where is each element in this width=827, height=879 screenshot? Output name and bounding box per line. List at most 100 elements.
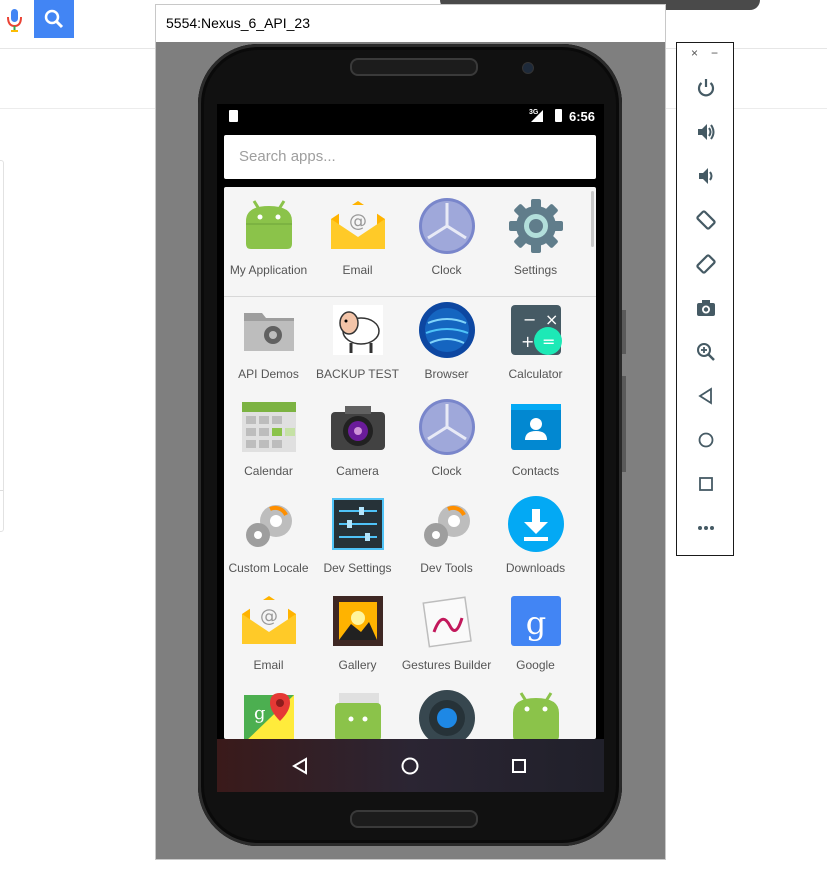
app-label: Camera: [336, 464, 379, 478]
navigation-bar: [217, 739, 604, 792]
rotate-left-button[interactable]: [691, 205, 721, 235]
app-label: Clock: [431, 464, 462, 478]
minimize-icon[interactable]: −: [711, 46, 718, 60]
app-icon-api-demos[interactable]: API Demos: [224, 301, 313, 398]
app-icon-browser[interactable]: Browser: [402, 301, 491, 398]
app-icon-messaging[interactable]: [313, 689, 402, 739]
status-time: 6:56: [569, 109, 596, 124]
download-icon: [507, 496, 564, 552]
volume-down-button[interactable]: [691, 161, 721, 191]
app-icon-calendar[interactable]: Calendar: [224, 398, 313, 495]
app-icon-downloads[interactable]: Downloads: [491, 495, 580, 592]
app-icon-contacts[interactable]: Contacts: [491, 398, 580, 495]
app-icon-gestures-builder[interactable]: Gestures Builder: [402, 592, 491, 689]
rotate-right-icon: [696, 254, 716, 274]
app-label: Dev Settings: [323, 561, 392, 575]
settings-gear-icon: [508, 199, 563, 253]
recents-icon: [699, 477, 713, 491]
camera-icon: [330, 406, 385, 450]
home-button[interactable]: [691, 425, 721, 455]
bottom-speaker: [350, 810, 478, 828]
gestures-icon: [421, 596, 472, 648]
calculator-icon: − × + =: [510, 305, 562, 355]
rotate-right-button[interactable]: [691, 249, 721, 279]
app-icon-android[interactable]: [491, 689, 580, 739]
battery-icon: [555, 109, 562, 122]
clock-icon: [418, 399, 475, 455]
back-icon[interactable]: [291, 757, 309, 775]
app-icon-dev-tools[interactable]: Dev Tools: [402, 495, 491, 592]
phone-power-key[interactable]: [622, 310, 626, 354]
app-label: Calendar: [244, 464, 293, 478]
app-icon-google[interactable]: g Google: [491, 592, 580, 689]
close-icon[interactable]: ×: [691, 46, 698, 60]
signal-icon: [531, 110, 543, 122]
svg-text:@: @: [260, 606, 278, 627]
app-icon-email-2[interactable]: @ Email: [224, 592, 313, 689]
app-icon-camera[interactable]: Camera: [313, 398, 402, 495]
microphone-icon[interactable]: [0, 0, 30, 38]
sd-card-icon: [229, 110, 238, 122]
recents-icon[interactable]: [510, 757, 528, 775]
svg-text:+: +: [521, 332, 534, 351]
app-drawer[interactable]: My Application @ Email Clock Settings AP…: [224, 187, 596, 739]
overview-button[interactable]: [691, 469, 721, 499]
app-label: Browser: [424, 367, 469, 381]
emulator-titlebar[interactable]: 5554:Nexus_6_API_23: [156, 5, 665, 42]
browser-card-line: [0, 490, 3, 491]
app-icon-gallery[interactable]: Gallery: [313, 592, 402, 689]
app-label: Calculator: [508, 367, 563, 381]
globe-icon: [418, 302, 475, 358]
svg-text:@: @: [349, 211, 367, 232]
app-icon-settings[interactable]: Settings: [491, 197, 580, 294]
front-camera: [522, 62, 534, 74]
calendar-icon: [241, 402, 296, 452]
android-icon: [512, 692, 559, 739]
app-label: Settings: [513, 263, 558, 277]
app-icon-calculator[interactable]: − × + = Calculator: [491, 301, 580, 398]
app-icon-email[interactable]: @ Email: [313, 197, 402, 294]
gears-icon: [245, 505, 292, 547]
screenshot-button[interactable]: [691, 293, 721, 323]
app-label: Gestures Builder: [401, 658, 492, 672]
home-icon[interactable]: [400, 756, 420, 776]
search-placeholder: Search apps...: [239, 148, 336, 165]
svg-text:−: −: [523, 310, 536, 329]
app-label: API Demos: [238, 367, 299, 381]
google-icon: g: [510, 596, 561, 646]
app-label: Email: [342, 263, 373, 277]
folder-gear-icon: [243, 313, 294, 351]
email-icon: @: [241, 596, 296, 644]
search-button[interactable]: [34, 0, 74, 38]
volume-up-button[interactable]: [691, 117, 721, 147]
app-icon-maps[interactable]: g: [224, 689, 313, 739]
app-icon-my-application[interactable]: My Application: [224, 197, 313, 294]
email-icon: @: [330, 201, 385, 249]
rotate-left-icon: [696, 210, 716, 230]
search-icon: [44, 9, 64, 29]
app-icon-custom-locale[interactable]: Custom Locale: [224, 495, 313, 592]
svg-text:g: g: [254, 703, 266, 724]
android-icon: [245, 200, 292, 249]
gears-icon: [423, 505, 470, 547]
app-icon-backup-test[interactable]: BACKUP TEST: [313, 301, 402, 398]
volume-up-icon: [698, 124, 715, 140]
power-button[interactable]: [691, 73, 721, 103]
more-button[interactable]: [691, 513, 721, 543]
app-label: My Application: [229, 263, 308, 277]
home-icon: [698, 432, 714, 448]
app-icon-clock-2[interactable]: Clock: [402, 398, 491, 495]
app-icon-dev-settings[interactable]: Dev Settings: [313, 495, 402, 592]
phone-screen: 3G 6:56 Search apps... My Application @ …: [217, 104, 604, 792]
app-icon-clock[interactable]: Clock: [402, 197, 491, 294]
search-apps-input[interactable]: Search apps...: [224, 135, 596, 179]
svg-text:×: ×: [545, 310, 558, 329]
emulator-toolbar: × −: [676, 42, 734, 556]
app-icon-music[interactable]: [402, 689, 491, 739]
phone-volume-key[interactable]: [622, 376, 626, 472]
back-button[interactable]: [691, 381, 721, 411]
app-label: Email: [253, 658, 284, 672]
clock-icon: [418, 198, 475, 254]
zoom-button[interactable]: [691, 337, 721, 367]
status-bar: 3G 6:56: [217, 104, 604, 128]
